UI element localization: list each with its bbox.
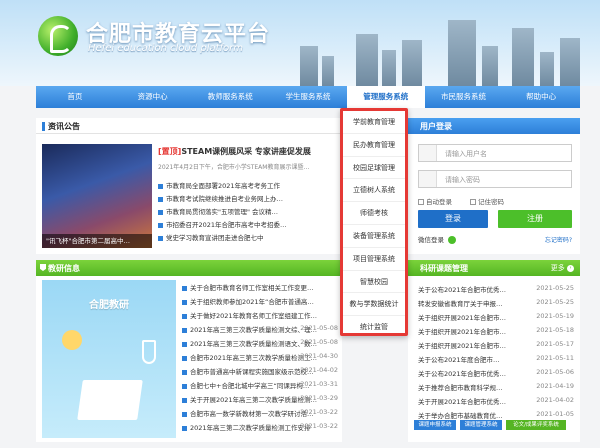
menu-item-teacher-ethics[interactable]: 师德考核 <box>343 202 405 225</box>
research-mgmt-more-link[interactable]: 更多 › <box>551 263 574 273</box>
news-panel: 资讯公告 "讯飞杯"合肥市第二届高中… [置顶]STEAM课例展风采 专家讲座促… <box>36 118 342 254</box>
news-item[interactable]: 市招委召开2021年合肥市高考中考招委… <box>158 219 338 230</box>
research-item[interactable]: 合肥市2021年高三第三次教学质量检测工… 2021-04-30 <box>182 352 338 363</box>
news-item[interactable]: 市教育局贯彻落实"五项管理" 会议精… <box>158 206 338 217</box>
research-mgmt-item[interactable]: 关于公布2021年合肥市优秀… 2021-05-06 <box>418 368 574 379</box>
main-nav: 首页 资源中心 教师服务系统 学生服务系统 管理服务系统 市民服务系统 帮助中心 <box>36 86 580 108</box>
nav-item-student[interactable]: 学生服务系统 <box>269 86 347 108</box>
research-item[interactable]: 2021年高三第二次教学质量检测工作安排 2021-03-22 <box>182 422 338 433</box>
research-item[interactable]: 关于做好2021年教育名师工作室组建工作… <box>182 310 338 321</box>
skyline <box>300 46 318 86</box>
featured-tag: [置顶] <box>158 147 182 156</box>
menu-item-football[interactable]: 校园足球管理 <box>343 157 405 180</box>
research-mgmt-item[interactable]: 转发安徽省教育厅关于申报… 2021-05-25 <box>418 298 574 309</box>
lock-icon <box>419 171 437 187</box>
menu-item-private-edu[interactable]: 民办教育管理 <box>343 134 405 157</box>
forgot-password-link[interactable]: 忘记密码? <box>545 235 572 244</box>
menu-item-equipment[interactable]: 装备管理系统 <box>343 225 405 248</box>
bulb-illustration <box>62 330 82 350</box>
research-mgmt-item[interactable]: 关于推荐合肥市教育科学规… 2021-04-19 <box>418 382 574 393</box>
wechat-login-link[interactable]: 微信登录 <box>418 234 457 244</box>
page-subtitle: Hefei education cloud platform <box>88 43 244 54</box>
tag-project-apply[interactable]: 课题申报系统 <box>414 420 456 430</box>
news-image[interactable]: "讯飞杯"合肥市第二届高中… <box>42 144 152 248</box>
menu-item-supervision[interactable]: 统计监管 <box>343 316 405 339</box>
research-item[interactable]: 关于合肥市教育名师工作室相关工作变更… <box>182 282 338 293</box>
nav-item-resources[interactable]: 资源中心 <box>114 86 192 108</box>
research-panel: 教研信息 合肥教研 关于合肥市教育名师工作室相关工作变更… 关于组织教师参加20… <box>36 260 342 442</box>
research-item[interactable]: 合肥市普通高中新课程实施国家级示范校… 2021-04-02 <box>182 366 338 377</box>
nav-item-teacher[interactable]: 教师服务系统 <box>191 86 269 108</box>
bookmark-icon <box>40 264 46 271</box>
research-mgmt-heading: 科研课题管理 <box>420 264 468 273</box>
login-header: 用户登录 <box>408 118 580 134</box>
research-mgmt-item[interactable]: 关于公布2021年合肥市优秀… 2021-05-25 <box>418 284 574 295</box>
header-banner: 合肥市教育云平台 Hefei education cloud platform <box>0 0 600 86</box>
featured-news-link[interactable]: [置顶]STEAM课例展风采 专家讲座促发展 <box>158 146 338 157</box>
username-input[interactable]: 请输入用户名 <box>418 144 572 162</box>
book-illustration <box>77 380 143 420</box>
research-mgmt-item[interactable]: 关于组织开展2021年合肥市… 2021-05-18 <box>418 326 574 337</box>
research-item[interactable]: 合肥七中+合肥北城中学高三“同课异构… 2021-03-31 <box>182 380 338 391</box>
remember-password-checkbox[interactable]: 记住密码 <box>470 196 504 206</box>
menu-item-preschool[interactable]: 学前教育管理 <box>343 111 405 134</box>
auto-login-checkbox[interactable]: 自动登录 <box>418 196 452 206</box>
arrow-right-icon: › <box>567 264 574 272</box>
news-header: 资讯公告 <box>36 118 342 134</box>
nav-item-citizen[interactable]: 市民服务系统 <box>425 86 503 108</box>
research-item[interactable]: 2021年高三第三次教学质量检测文综、理… 2021-05-08 <box>182 324 338 335</box>
research-mgmt-item[interactable]: 关于公布2021年度合肥市… 2021-05-11 <box>418 354 574 365</box>
menu-item-teaching-stats[interactable]: 教与学数据统计 <box>343 293 405 317</box>
research-item[interactable]: 关于组织教师参加2021年“合肥市普通高… <box>182 296 338 307</box>
research-mgmt-item[interactable]: 关于组织开展2021年合肥市… 2021-05-17 <box>418 340 574 351</box>
research-mgmt-header: 科研课题管理 更多 › <box>408 260 580 276</box>
password-input[interactable]: 请输入密码 <box>418 170 572 188</box>
research-heading: 教研信息 <box>48 264 80 273</box>
news-heading: 资讯公告 <box>48 122 80 131</box>
wechat-icon <box>448 236 457 244</box>
research-item[interactable]: 合肥市高一数学新教材第一次教学研讨活… 2021-03-22 <box>182 408 338 419</box>
tag-paper-award[interactable]: 论文/成果评奖系统 <box>506 420 566 430</box>
menu-item-smart-campus[interactable]: 智慧校园 <box>343 271 405 294</box>
research-image[interactable]: 合肥教研 <box>42 280 176 438</box>
research-item[interactable]: 关于开展2021年高三第二次教学质量检测… 2021-03-29 <box>182 394 338 405</box>
research-image-title: 合肥教研 <box>89 300 129 311</box>
user-icon <box>419 145 437 161</box>
register-button[interactable]: 注册 <box>498 210 572 228</box>
tag-project-manage[interactable]: 课题管理系统 <box>460 420 502 430</box>
news-item[interactable]: 市教育考试院继续推进自考业务网上办… <box>158 193 338 204</box>
research-header: 教研信息 <box>36 260 342 276</box>
news-item[interactable]: 党史学习教育宣讲团走进合肥七中 <box>158 232 338 243</box>
flask-illustration <box>142 340 156 364</box>
research-mgmt-item[interactable]: 关于开展2021年合肥市优秀… 2021-04-02 <box>418 396 574 407</box>
menu-item-moral[interactable]: 立德树人系统 <box>343 179 405 203</box>
news-item[interactable]: 市教育局全面部署2021年高考考务工作 <box>158 180 338 191</box>
menu-item-project[interactable]: 项目管理系统 <box>343 248 405 271</box>
management-dropdown: 学前教育管理 民办教育管理 校园足球管理 立德树人系统 师德考核 装备管理系统 … <box>340 108 408 336</box>
research-mgmt-panel: 科研课题管理 更多 › 关于公布2021年合肥市优秀… 2021-05-25 转发… <box>408 260 580 442</box>
news-image-caption: "讯飞杯"合肥市第二届高中… <box>42 234 152 248</box>
nav-item-help[interactable]: 帮助中心 <box>502 86 580 108</box>
featured-summary: 2021年4月2日下午，合肥市小学STEAM教育展示课暨… <box>158 164 310 171</box>
login-button[interactable]: 登录 <box>418 210 488 228</box>
nav-item-home[interactable]: 首页 <box>36 86 114 108</box>
login-heading: 用户登录 <box>420 122 452 131</box>
research-mgmt-item[interactable]: 关于组织开展2021年合肥市… 2021-05-19 <box>418 312 574 323</box>
platform-logo <box>38 16 78 56</box>
research-item[interactable]: 2021年高三第三次教学质量检测语文、数… 2021-05-08 <box>182 338 338 349</box>
login-panel: 用户登录 请输入用户名 请输入密码 自动登录 记住密码 登录 注册 微信登录 忘… <box>408 118 580 254</box>
nav-item-management[interactable]: 管理服务系统 <box>346 86 425 108</box>
